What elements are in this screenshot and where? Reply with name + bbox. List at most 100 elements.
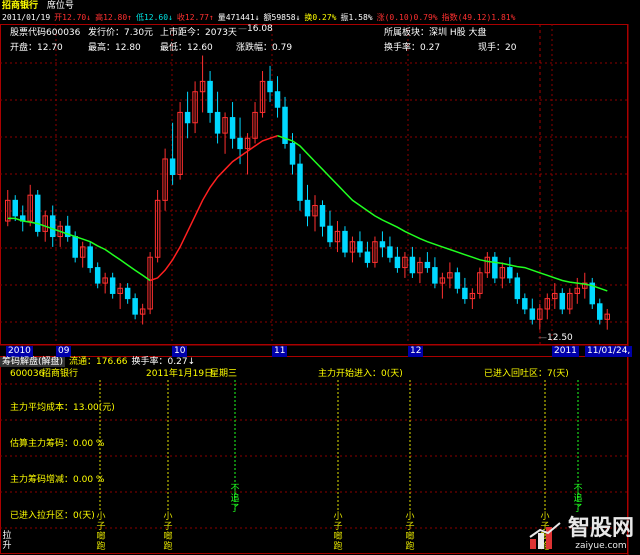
avg-cost-line: 主力平均成本：13.00(元) [10, 403, 115, 413]
moving-average-line [7, 217, 151, 282]
signal-run-1: 小子啷跑 [96, 512, 106, 552]
watermark-url: zaiyue.com [575, 541, 627, 551]
info-label: 发行价： [88, 28, 125, 38]
date-axis-label: 12 [408, 346, 424, 357]
candle-body [379, 241, 386, 248]
info-label: 所属板块： [384, 28, 430, 38]
candlestick-chart[interactable] [0, 0, 640, 555]
candle-body [462, 287, 468, 300]
candle-body [364, 251, 371, 263]
signal-char: 跑 [163, 542, 173, 552]
moving-average-line-red [149, 134, 278, 282]
date-axis-label: 2011 [552, 346, 579, 357]
sub-weekday: 星期三 [210, 369, 238, 379]
info-value: 0.79 [272, 43, 293, 53]
info-value: 0.27 [420, 43, 441, 53]
candle-body [132, 298, 138, 315]
info-value: 2073天 [205, 28, 237, 38]
moving-average-line [277, 134, 608, 292]
signal-char: 小 [333, 512, 343, 522]
candle-body [507, 267, 513, 279]
sub-title-tab[interactable]: 筹码解盘(解盘) [0, 357, 66, 367]
candle-body [169, 158, 176, 175]
info-value: 12.80 [115, 43, 141, 53]
signal-char: 了 [230, 504, 240, 514]
candle-body [327, 225, 333, 243]
signal-char: 跑 [96, 542, 106, 552]
info-field: 上市距今：2073天 [160, 28, 237, 39]
info-label: 上市距今： [160, 28, 206, 38]
candle-body [229, 117, 236, 139]
info-value: 600036 [46, 28, 81, 38]
info-field: 所属板块：深圳 H股 大盘 [384, 28, 487, 39]
signal-char: 啷 [333, 532, 343, 542]
signal-char: 子 [163, 522, 173, 532]
candle-body [87, 246, 93, 269]
date-axis-label: 2010 [6, 346, 33, 357]
signal-char: 小 [96, 512, 106, 522]
sub-date: 2011年1月19日 [146, 369, 214, 379]
candle-body [319, 205, 326, 227]
candle-body [394, 256, 401, 269]
candle-body [529, 308, 536, 320]
candle-body [94, 267, 101, 284]
rally-corner-label: 拉升 [2, 531, 12, 551]
signal-char: 不 [573, 484, 583, 494]
candle-body [72, 236, 78, 258]
corner-char: 升 [2, 541, 12, 551]
sub-stock-name: 招商银行 [42, 369, 79, 379]
signal-char: 啷 [96, 532, 106, 542]
candle-body [267, 80, 273, 93]
candle-body [387, 246, 393, 258]
candle-body [514, 277, 521, 300]
info-field: 换手率：0.27 [384, 43, 440, 54]
info-label: 涨跌幅： [236, 43, 273, 53]
info-label: 最高： [88, 43, 116, 53]
info-label: 现手： [478, 43, 506, 53]
info-label: 最低： [160, 43, 188, 53]
candle-body [207, 80, 213, 113]
sub-title-tab: 流通：176.66 [69, 357, 128, 367]
current-date-label: 11/01/24, [585, 346, 633, 357]
candle-body [409, 256, 416, 274]
signal-run-4: 小子啷跑 [405, 512, 415, 552]
info-label: 股票代码 [10, 28, 47, 38]
rally-zone-line: 已进入拉升区：0(天) [10, 511, 95, 521]
signal-char: 啷 [163, 532, 173, 542]
signal-char: 子 [96, 522, 106, 532]
candle-body [304, 199, 311, 217]
info-field: 最高：12.80 [88, 43, 141, 54]
signal-char: 子 [405, 522, 415, 532]
candle-body [289, 142, 296, 165]
candle-body [12, 199, 18, 217]
signal-run-3: 小子啷跑 [333, 512, 343, 552]
main-entry-days: 主力开始进入：0(天) [318, 369, 403, 379]
info-field: 现手：20 [478, 43, 516, 54]
signal-char: 了 [573, 504, 583, 514]
info-value: 7.30元 [124, 28, 154, 38]
candle-body [432, 267, 438, 284]
entered-range-days: 已进入回吐区：7(天) [484, 369, 569, 379]
signal-no-chase-2: 不追了 [573, 484, 583, 514]
stock-chart-window: 招商银行 席位号 2011/01/19 开12.70↓ 高12.80↑ 低12.60↓… [0, 0, 640, 555]
watermark: 智股网 zaiyue.com [528, 517, 634, 551]
signal-char: 不 [230, 484, 240, 494]
info-field: 股票代码600036 [10, 28, 80, 39]
date-axis-label: 11 [272, 346, 288, 357]
watermark-logo-icon [529, 522, 561, 549]
candle-body [424, 261, 431, 269]
candle-body [357, 241, 363, 253]
signal-char: 追 [573, 494, 583, 504]
candle-body [109, 277, 116, 294]
info-value: 深圳 H股 大盘 [429, 28, 487, 38]
candle-body [124, 287, 131, 300]
candle-body [559, 292, 566, 310]
signal-char: 跑 [333, 542, 343, 552]
candle-body [184, 111, 191, 124]
candle-body [297, 163, 303, 201]
info-value: 12.60 [187, 43, 213, 53]
chips-change-line: 主力筹码增减：0.00 % [10, 475, 105, 485]
info-field: 开盘：12.70 [10, 43, 63, 54]
signal-no-chase: 不追了 [230, 484, 240, 514]
candle-body [342, 230, 348, 253]
